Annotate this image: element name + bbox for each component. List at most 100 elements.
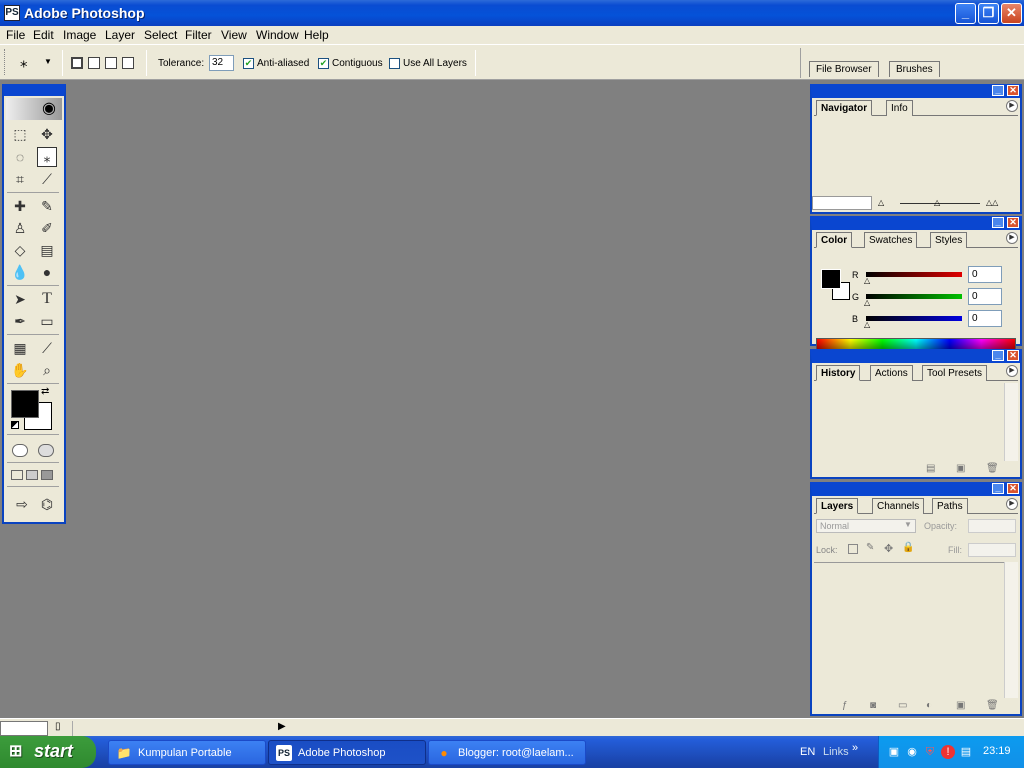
standard-mode-icon[interactable] [12,444,28,457]
document-info-icon[interactable]: ▯ [55,721,61,732]
anti-aliased-checkbox[interactable]: ✔ [243,58,254,69]
palette-menu-icon[interactable]: ▶ [1006,365,1018,377]
path-selection-icon[interactable]: ➤ [10,289,30,309]
adobe-online-icon[interactable]: ◉ [6,98,62,120]
palette-menu-icon[interactable]: ▶ [1006,498,1018,510]
minimize-icon[interactable]: _ [992,85,1004,96]
quick-mask-icon[interactable] [38,444,54,457]
new-selection-icon[interactable] [71,57,83,69]
zoom-slider-handle-icon[interactable]: △ [934,198,940,207]
minimize-icon[interactable]: _ [992,350,1004,361]
default-colors-icon[interactable] [11,421,19,429]
zoom-tool-icon[interactable]: ⌕ [37,360,57,380]
magic-wand-tool-icon[interactable]: ⁎ [37,147,57,167]
green-value-input[interactable]: 0 [968,288,1002,305]
blue-slider[interactable] [866,316,962,321]
use-all-layers-checkbox[interactable] [389,58,400,69]
healing-brush-icon[interactable]: ✚ [10,196,30,216]
lock-transparency-icon[interactable] [848,544,858,554]
menu-view[interactable]: View [221,28,247,42]
grip[interactable] [4,49,7,75]
screen-mode-full-menu-icon[interactable] [26,470,38,480]
tab-layers[interactable]: Layers [816,498,859,514]
menu-filter[interactable]: Filter [185,28,212,42]
opacity-input[interactable] [968,519,1016,533]
close-button[interactable]: ✕ [1001,3,1022,24]
title-bar[interactable]: PS Adobe Photoshop _ ❐ ✕ [0,0,1024,26]
zoom-in-icon[interactable]: △△ [986,198,998,207]
eyedropper-tool-icon[interactable]: ⟋ [37,338,57,358]
fill-input[interactable] [968,543,1016,557]
slider-handle-icon[interactable]: △ [864,298,870,307]
menu-image[interactable]: Image [63,28,96,42]
menu-layer[interactable]: Layer [105,28,135,42]
tab-swatches[interactable]: Swatches [864,232,918,248]
tab-file-browser[interactable]: File Browser [809,61,879,77]
chevron-right-icon[interactable]: » [852,742,858,754]
antivirus-icon[interactable]: ◉ [905,745,919,759]
red-slider[interactable] [866,272,962,277]
tab-styles[interactable]: Styles [930,232,968,248]
new-set-icon[interactable]: ▭ [898,700,907,711]
subtract-selection-icon[interactable] [105,57,117,69]
tab-history[interactable]: History [816,365,861,381]
minimize-icon[interactable]: _ [992,217,1004,228]
menu-file[interactable]: File [6,28,25,42]
history-scrollbar[interactable] [1004,383,1018,461]
close-icon[interactable]: ✕ [1007,217,1019,228]
task-kumpulan-portable[interactable]: 📁 Kumpulan Portable [108,740,266,765]
new-document-icon[interactable]: ▤ [926,463,935,474]
tab-tool-presets[interactable]: Tool Presets [922,365,988,381]
zoom-percentage-field[interactable] [812,196,872,210]
slider-handle-icon[interactable]: △ [864,320,870,329]
brush-tool-icon[interactable]: ✎ [37,196,57,216]
tab-paths[interactable]: Paths [932,498,968,514]
intersect-selection-icon[interactable] [122,57,134,69]
zoom-out-icon[interactable]: △ [878,198,884,207]
gradient-tool-icon[interactable]: ▤ [37,240,57,260]
blur-tool-icon[interactable]: 💧 [10,262,30,282]
foreground-color-swatch[interactable] [11,390,39,418]
status-arrow-icon[interactable]: ▶ [278,721,286,732]
display-icon[interactable]: ▤ [959,745,973,759]
tab-navigator[interactable]: Navigator [816,100,873,116]
links-toolbar[interactable]: Links [823,746,849,758]
imageready-icon[interactable]: ⌬ [37,494,57,514]
screen-mode-full-icon[interactable] [41,470,53,480]
alert-icon[interactable]: ! [941,745,955,759]
magic-wand-preset-icon[interactable]: ⁎ [20,53,28,71]
restore-button[interactable]: ❐ [978,3,999,24]
menu-help[interactable]: Help [304,28,329,42]
screen-mode-standard-icon[interactable] [11,470,23,480]
photoshop-icon[interactable]: PS [4,5,20,21]
clone-stamp-icon[interactable]: ♙ [10,218,30,238]
swap-colors-icon[interactable]: ⇄ [41,386,49,397]
tab-channels[interactable]: Channels [872,498,925,514]
lock-move-icon[interactable]: ✥ [884,542,893,555]
minimize-button[interactable]: _ [955,3,976,24]
jump-to-imageready-icon[interactable]: ⇨ [10,494,34,514]
slider-handle-icon[interactable]: △ [864,276,870,285]
close-icon[interactable]: ✕ [1007,483,1019,494]
new-snapshot-icon[interactable]: ▣ [956,463,965,474]
history-list[interactable] [814,383,1004,461]
start-button[interactable]: ⊞ start [0,736,96,768]
menu-select[interactable]: Select [144,28,177,42]
contiguous-checkbox[interactable]: ✔ [318,58,329,69]
move-tool-icon[interactable]: ✥ [37,124,57,144]
eraser-tool-icon[interactable]: ◇ [10,240,30,260]
history-brush-icon[interactable]: ✐ [37,218,57,238]
layers-list[interactable] [814,562,1004,698]
minimize-icon[interactable]: _ [992,483,1004,494]
lock-paint-icon[interactable]: ✎ [866,542,874,553]
menu-edit[interactable]: Edit [33,28,54,42]
blend-mode-select[interactable]: Normal [816,519,916,533]
language-indicator[interactable]: EN [800,746,815,758]
red-value-input[interactable]: 0 [968,266,1002,283]
pen-tool-icon[interactable]: ✒ [10,311,30,331]
notes-tool-icon[interactable]: ▦ [10,338,30,358]
layer-style-icon[interactable]: ƒ [842,700,848,711]
type-tool-icon[interactable]: T [37,289,57,309]
tab-actions[interactable]: Actions [870,365,913,381]
network-icon[interactable]: ▣ [887,745,901,759]
